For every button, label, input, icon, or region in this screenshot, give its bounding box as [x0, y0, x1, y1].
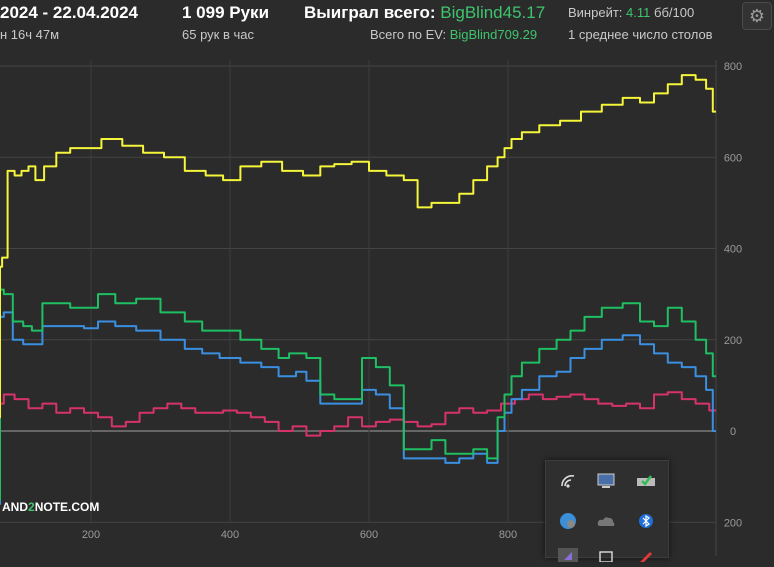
window-icon[interactable]	[594, 543, 618, 567]
cloud-icon[interactable]	[594, 509, 618, 533]
date-range: 2024 - 22.04.2024	[0, 3, 139, 22]
watermark-part3: NOTE.COM	[35, 500, 100, 514]
watermark-part1: AND	[2, 500, 28, 514]
won-total-label: Выиграл всего:	[304, 3, 436, 22]
winrate-value: 4.11	[626, 5, 651, 20]
won-total-value: BigBlind45.17	[440, 3, 546, 22]
wifi-icon[interactable]	[556, 469, 580, 493]
won-total: Выиграл всего: BigBlind45.17	[304, 3, 545, 23]
bluetooth-icon[interactable]	[634, 509, 658, 533]
winrate-unit: бб/100	[654, 5, 695, 20]
ev-total: Всего по EV: BigBlind709.29	[370, 27, 537, 42]
x-tick-label: 800	[499, 529, 517, 541]
check-drive-icon[interactable]	[634, 469, 658, 493]
ev-total-value: BigBlind709.29	[449, 27, 538, 42]
red-icon[interactable]	[634, 543, 658, 567]
y-tick-label: 200	[724, 517, 742, 529]
settings-gear-button[interactable]: ⚙	[742, 2, 772, 30]
y-tick-label: 800	[724, 61, 742, 73]
x-tick-label: 600	[360, 529, 378, 541]
avg-tables: 1 среднее число столов	[568, 27, 713, 42]
y-tick-label: 600	[724, 152, 742, 164]
session-duration: н 16ч 47м	[0, 27, 60, 42]
winrate: Винрейт: 4.11 бб/100	[568, 5, 694, 20]
y-tick-label: 400	[724, 244, 742, 256]
system-tray-popup	[545, 460, 669, 562]
winrate-label: Винрейт:	[568, 5, 623, 20]
stats-header: 2024 - 22.04.2024 н 16ч 47м 1 099 Руки 6…	[0, 0, 774, 60]
gear-icon: ⚙	[748, 5, 766, 26]
x-tick-label: 400	[221, 529, 239, 541]
globe-icon[interactable]	[556, 509, 580, 533]
watermark: AND2NOTE.COM	[2, 500, 99, 514]
y-tick-label: 0	[730, 426, 736, 438]
arrow-icon[interactable]	[556, 543, 580, 567]
monitor-icon[interactable]	[594, 469, 618, 493]
hands-per-hour: 65 рук в час	[182, 27, 254, 42]
x-tick-label: 200	[82, 529, 100, 541]
hands-count: 1 099 Руки	[182, 3, 270, 22]
y-tick-label: 200	[724, 335, 742, 347]
ev-total-label: Всего по EV:	[370, 27, 447, 42]
